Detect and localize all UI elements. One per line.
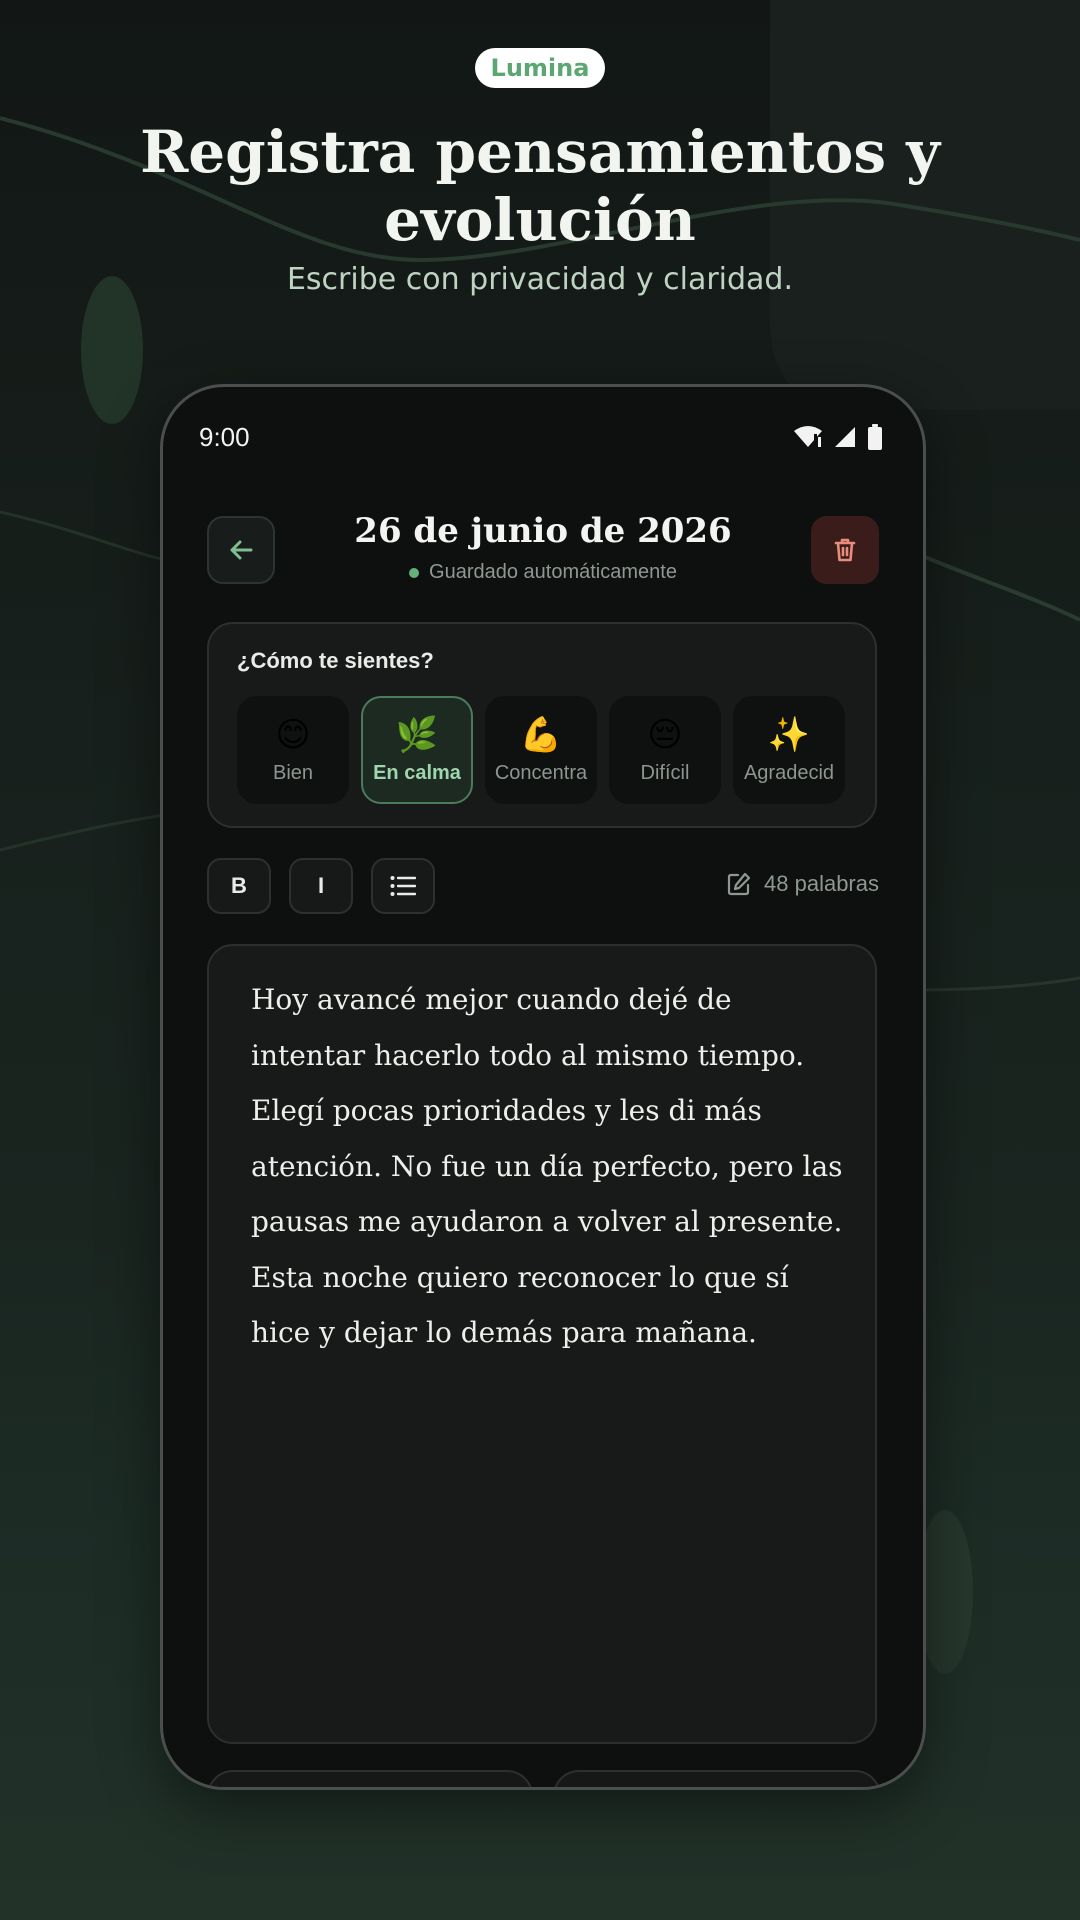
journal-text[interactable]: Hoy avancé mejor cuando dejé de intentar…: [251, 972, 847, 1361]
mood-label: En calma: [373, 761, 461, 784]
list-icon: [390, 876, 416, 896]
mood-option-agradecido[interactable]: ✨ Agradecid: [733, 696, 845, 804]
bottom-card-left: [207, 1770, 533, 1787]
mood-label: Bien: [272, 761, 314, 784]
trash-icon: [834, 538, 856, 562]
bold-button[interactable]: B: [207, 858, 271, 914]
mood-title: ¿Cómo te sientes?: [237, 648, 434, 673]
battery-icon: [868, 424, 882, 450]
edit-icon: [727, 872, 751, 896]
bottom-card-right: [553, 1770, 881, 1787]
word-count: 48 palabras: [726, 871, 879, 897]
app-name-badge: Lumina: [475, 48, 605, 88]
save-status: Guardado automáticamente: [303, 561, 783, 584]
word-count-label: 48 palabras: [764, 871, 879, 896]
saved-dot-icon: [409, 567, 420, 578]
delete-button[interactable]: [811, 516, 879, 584]
back-button[interactable]: [207, 516, 275, 584]
mood-label: Difícil: [640, 761, 690, 784]
list-button[interactable]: [371, 858, 435, 914]
status-icons: [793, 424, 883, 450]
arrow-left-icon: [230, 540, 253, 560]
journal-editor[interactable]: Hoy avancé mejor cuando dejé de intentar…: [207, 944, 877, 1744]
save-status-label: Guardado automáticamente: [429, 561, 677, 583]
status-bar: 9:00: [199, 417, 883, 457]
muscle-icon: 💪: [519, 714, 563, 755]
sad-face-icon: 😔: [647, 714, 683, 755]
mood-label: Concentra: [494, 761, 588, 784]
page-subheadline: Escribe con privacidad y claridad.: [286, 262, 794, 297]
sparkles-icon: ✨: [767, 714, 811, 755]
mood-option-bien[interactable]: 😊 Bien: [237, 696, 349, 804]
leaf-icon: 🌿: [395, 714, 439, 755]
status-time: 9:00: [199, 421, 250, 452]
mood-option-concentrado[interactable]: 💪 Concentra: [485, 696, 597, 804]
italic-button[interactable]: I: [289, 858, 353, 914]
entry-date: 26 de junio de 2026: [354, 511, 732, 551]
mood-option-en-calma[interactable]: 🌿 En calma: [361, 696, 473, 804]
phone-frame: 9:00 26 de junio de 2026 Guardado automá…: [160, 384, 926, 1790]
mood-card: ¿Cómo te sientes? 😊 Bien 🌿 En calma 💪 Co…: [207, 622, 877, 828]
smile-icon: 😊: [275, 714, 311, 755]
page-headline: Registra pensamientos y evolución: [140, 118, 940, 254]
mood-label: Agradecid: [743, 761, 835, 784]
mood-option-dificil[interactable]: 😔 Difícil: [609, 696, 721, 804]
mood-options: 😊 Bien 🌿 En calma 💪 Concentra 😔 Difícil …: [237, 696, 845, 804]
wifi-icon: [794, 426, 822, 447]
signal-icon: [835, 427, 855, 447]
